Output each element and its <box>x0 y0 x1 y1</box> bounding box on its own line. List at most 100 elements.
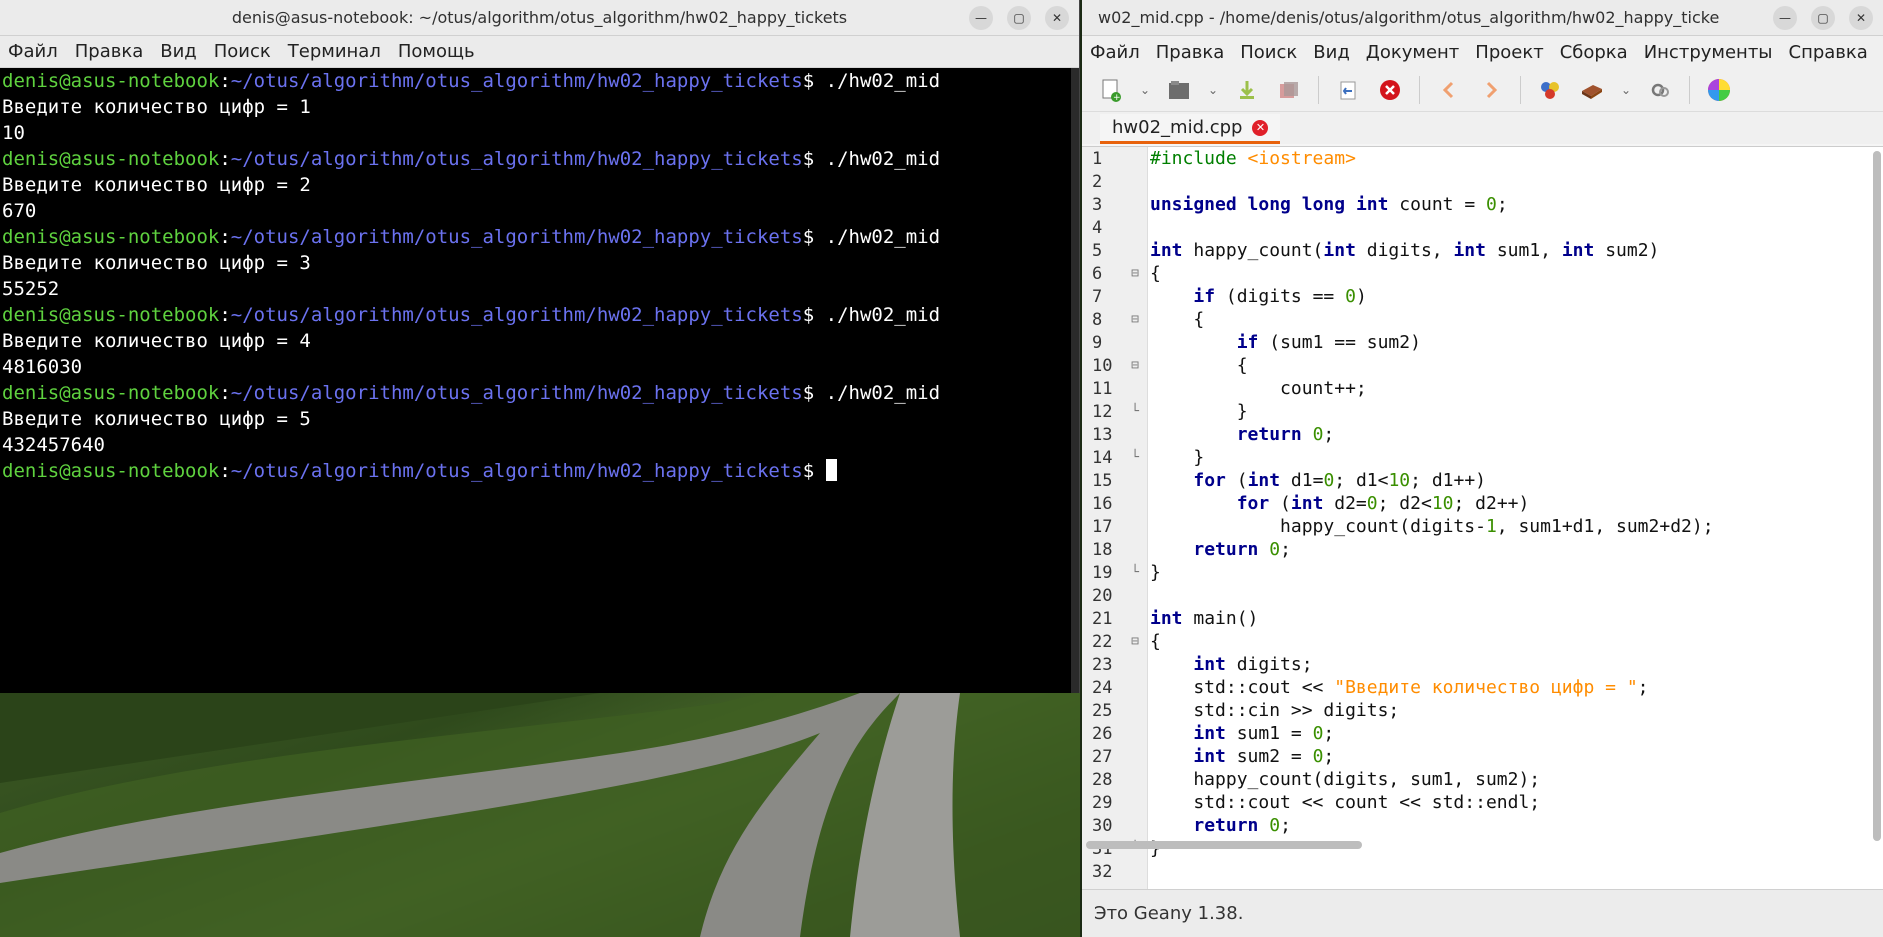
terminal-question-line: Введите количество цифр = 4 <box>2 330 311 352</box>
geany-titlebar[interactable]: w02_mid.cpp - /home/denis/otus/algorithm… <box>1082 0 1883 36</box>
code-line[interactable]: 14 └ } <box>1082 446 1883 469</box>
terminal-output[interactable]: denis@asus-notebook:~/otus/algorithm/otu… <box>0 68 1079 693</box>
terminal-scrollbar[interactable] <box>1071 68 1079 693</box>
fold-marker-icon[interactable]: ⊟ <box>1122 266 1148 281</box>
code-line[interactable]: 8 ⊟ { <box>1082 308 1883 331</box>
menu-edit[interactable]: Правка <box>75 41 144 62</box>
close-file-icon[interactable] <box>1373 74 1407 106</box>
new-file-icon[interactable]: + <box>1094 74 1128 106</box>
menu-file[interactable]: Файл <box>8 41 58 62</box>
code-line[interactable]: 29 std::cout << count << std::endl; <box>1082 791 1883 814</box>
menu-tools[interactable]: Инструменты <box>1644 42 1773 63</box>
prompt-user: denis@asus-notebook <box>2 226 220 248</box>
code-line[interactable]: 12 └ } <box>1082 400 1883 423</box>
close-icon[interactable]: ✕ <box>1252 119 1269 136</box>
code-line[interactable]: 26 int sum1 = 0; <box>1082 722 1883 745</box>
color-chooser-icon[interactable] <box>1702 74 1736 106</box>
code-text: } <box>1150 447 1205 468</box>
code-line[interactable]: 18 return 0; <box>1082 538 1883 561</box>
minimize-icon[interactable]: — <box>969 6 993 30</box>
code-line[interactable]: 32 <box>1082 860 1883 883</box>
code-line[interactable]: 21 int main() <box>1082 607 1883 630</box>
line-number: 28 <box>1092 769 1113 790</box>
maximize-icon[interactable]: ▢ <box>1007 6 1031 30</box>
code-line[interactable]: 7 if (digits == 0) <box>1082 285 1883 308</box>
code-line[interactable]: 28 happy_count(digits, sum1, sum2); <box>1082 768 1883 791</box>
geany-window[interactable]: w02_mid.cpp - /home/denis/otus/algorithm… <box>1082 0 1883 937</box>
menu-view[interactable]: Вид <box>160 41 197 62</box>
code-line[interactable]: 24 std::cout << "Введите количество цифр… <box>1082 676 1883 699</box>
save-icon[interactable] <box>1230 74 1264 106</box>
menu-help[interactable]: Справка <box>1789 42 1868 63</box>
run-icon[interactable] <box>1643 74 1677 106</box>
menu-search[interactable]: Поиск <box>1240 42 1297 63</box>
menu-build[interactable]: Сборка <box>1560 42 1628 63</box>
code-line[interactable]: 16 for (int d2=0; d2<10; d2++) <box>1082 492 1883 515</box>
geany-toolbar: + ⌄ ⌄ ⌄ <box>1082 68 1883 112</box>
terminal-menubar: Файл Правка Вид Поиск Терминал Помощь <box>0 36 1079 68</box>
toolbar-separator <box>1318 75 1319 104</box>
forward-icon[interactable] <box>1474 74 1508 106</box>
code-line[interactable]: 17 happy_count(digits-1, sum1+d1, sum2+d… <box>1082 515 1883 538</box>
code-line[interactable]: 25 std::cin >> digits; <box>1082 699 1883 722</box>
code-line[interactable]: 4 <box>1082 216 1883 239</box>
code-area[interactable]: 1 #include <iostream> 2 3 unsigned long long… <box>1082 147 1883 883</box>
code-line[interactable]: 1 #include <iostream> <box>1082 147 1883 170</box>
code-line[interactable]: 20 <box>1082 584 1883 607</box>
minimize-icon[interactable]: — <box>1773 6 1797 30</box>
prompt-command: $ <box>802 460 826 482</box>
editor-vertical-scrollbar[interactable] <box>1873 151 1881 841</box>
terminal-titlebar[interactable]: denis@asus-notebook: ~/otus/algorithm/ot… <box>0 0 1079 36</box>
code-editor[interactable]: 1 #include <iostream> 2 3 unsigned long long… <box>1082 146 1883 889</box>
code-line[interactable]: 6 ⊟{ <box>1082 262 1883 285</box>
code-line[interactable]: 9 if (sum1 == sum2) <box>1082 331 1883 354</box>
fold-marker-icon[interactable]: ⊟ <box>1122 634 1148 649</box>
chevron-down-icon[interactable]: ⌄ <box>1617 83 1635 97</box>
menu-edit[interactable]: Правка <box>1156 42 1225 63</box>
code-line[interactable]: 22 ⊟{ <box>1082 630 1883 653</box>
close-icon[interactable]: ✕ <box>1849 6 1873 30</box>
terminal-title: denis@asus-notebook: ~/otus/algorithm/ot… <box>231 8 848 27</box>
prompt-user: denis@asus-notebook <box>2 382 220 404</box>
code-line[interactable]: 10 ⊟ { <box>1082 354 1883 377</box>
line-number: 17 <box>1092 516 1113 537</box>
menu-view[interactable]: Вид <box>1313 42 1350 63</box>
compile-icon[interactable] <box>1533 74 1567 106</box>
code-line[interactable]: 2 <box>1082 170 1883 193</box>
code-line[interactable]: 27 int sum2 = 0; <box>1082 745 1883 768</box>
line-number: 12 <box>1092 401 1113 422</box>
menu-project[interactable]: Проект <box>1475 42 1543 63</box>
menu-help[interactable]: Помощь <box>398 41 475 62</box>
code-line[interactable]: 5 int happy_count(int digits, int sum1, i… <box>1082 239 1883 262</box>
back-icon[interactable] <box>1432 74 1466 106</box>
code-line[interactable]: 11 count++; <box>1082 377 1883 400</box>
code-line[interactable]: 19 └} <box>1082 561 1883 584</box>
menu-search[interactable]: Поиск <box>214 41 271 62</box>
build-icon[interactable] <box>1575 74 1609 106</box>
code-line[interactable]: 15 for (int d1=0; d1<10; d1++) <box>1082 469 1883 492</box>
save-all-icon[interactable] <box>1272 74 1306 106</box>
line-number: 1 <box>1092 148 1103 169</box>
prompt-command: $ ./hw02_mid <box>802 304 941 326</box>
code-line[interactable]: 13 return 0; <box>1082 423 1883 446</box>
open-file-icon[interactable] <box>1162 74 1196 106</box>
terminal-result-line: 4816030 <box>2 356 83 378</box>
fold-marker-icon[interactable]: ⊟ <box>1122 358 1148 373</box>
chevron-down-icon[interactable]: ⌄ <box>1204 83 1222 97</box>
fold-marker-icon[interactable]: ⊟ <box>1122 312 1148 327</box>
menu-document[interactable]: Документ <box>1366 42 1460 63</box>
revert-icon[interactable] <box>1331 74 1365 106</box>
terminal-window[interactable]: denis@asus-notebook: ~/otus/algorithm/ot… <box>0 0 1080 693</box>
menu-file[interactable]: Файл <box>1090 42 1140 63</box>
editor-horizontal-scrollbar[interactable] <box>1086 841 1362 849</box>
chevron-down-icon[interactable]: ⌄ <box>1136 83 1154 97</box>
maximize-icon[interactable]: ▢ <box>1811 6 1835 30</box>
code-line[interactable]: 30 return 0; <box>1082 814 1883 837</box>
terminal-prompt-line: denis@asus-notebook:~/otus/algorithm/otu… <box>2 70 941 92</box>
line-number: 20 <box>1092 585 1113 606</box>
tab-hw02-mid[interactable]: hw02_mid.cpp ✕ <box>1100 114 1281 144</box>
code-line[interactable]: 3 unsigned long long int count = 0; <box>1082 193 1883 216</box>
menu-terminal[interactable]: Терминал <box>288 41 381 62</box>
code-line[interactable]: 23 int digits; <box>1082 653 1883 676</box>
close-icon[interactable]: ✕ <box>1045 6 1069 30</box>
